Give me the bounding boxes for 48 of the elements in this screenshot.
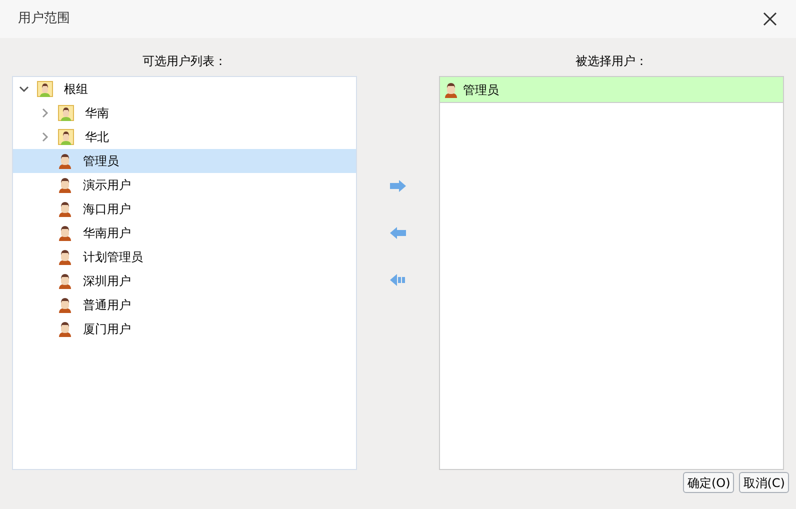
remove-arrow-button[interactable] xyxy=(390,227,406,239)
user-group-icon xyxy=(37,81,53,97)
chevron-right-icon[interactable] xyxy=(40,132,50,142)
panel-label: 可选用户列表： xyxy=(142,53,228,70)
user-icon xyxy=(58,201,72,217)
tree-item[interactable]: 普通用户 xyxy=(13,293,356,317)
tree-item-label: 厦门用户 xyxy=(83,321,131,338)
tree-item[interactable]: 厦门用户 xyxy=(13,317,356,341)
tree-item[interactable]: 管理员 xyxy=(13,149,356,173)
tree-item[interactable]: 华南 xyxy=(13,101,356,125)
cancel-button[interactable]: 取消(C) xyxy=(739,472,789,493)
remove-all-arrow-button[interactable] xyxy=(390,274,406,286)
user-icon xyxy=(444,82,458,98)
tree-item-label: 华南用户 xyxy=(83,225,131,242)
user-icon xyxy=(58,225,72,241)
tree-item[interactable]: 海口用户 xyxy=(13,197,356,221)
tree-item-label: 深圳用户 xyxy=(83,273,131,290)
tree-item[interactable]: 演示用户 xyxy=(13,173,356,197)
tree-item-label: 演示用户 xyxy=(83,177,131,194)
tree-item-label: 计划管理员 xyxy=(83,249,143,266)
tree-item-label: 华北 xyxy=(85,129,109,146)
window-title: 用户范围 xyxy=(18,10,70,28)
tree-item-label: 海口用户 xyxy=(83,201,131,218)
user-icon xyxy=(58,321,72,337)
tree-item-label: 根组 xyxy=(64,81,88,98)
list-item[interactable]: 管理员 xyxy=(440,77,784,103)
tree-item[interactable]: 深圳用户 xyxy=(13,269,356,293)
tree-item-label: 普通用户 xyxy=(83,297,131,314)
tree-item[interactable]: 华南用户 xyxy=(13,221,356,245)
tree-item[interactable]: 计划管理员 xyxy=(13,245,356,269)
user-group-icon xyxy=(58,105,74,121)
add-arrow-button[interactable] xyxy=(390,180,406,192)
list-item-label: 管理员 xyxy=(462,82,499,98)
user-group-icon xyxy=(58,129,74,145)
chevron-right-icon[interactable] xyxy=(40,108,50,118)
user-icon xyxy=(58,249,72,265)
user-icon xyxy=(58,153,72,169)
user-icon xyxy=(58,177,72,193)
tree-item[interactable]: 华北 xyxy=(13,125,356,149)
chevron-down-icon[interactable] xyxy=(19,84,29,94)
tree-item-label: 管理员 xyxy=(83,153,119,170)
panel-label: 被选择用户： xyxy=(574,53,648,70)
ok-button[interactable]: 确定(O) xyxy=(683,472,734,493)
tree-item[interactable]: 根组 xyxy=(13,77,356,101)
close-icon[interactable] xyxy=(762,11,778,27)
user-icon xyxy=(58,273,72,289)
user-icon xyxy=(58,297,72,313)
tree-item-label: 华南 xyxy=(85,105,109,122)
